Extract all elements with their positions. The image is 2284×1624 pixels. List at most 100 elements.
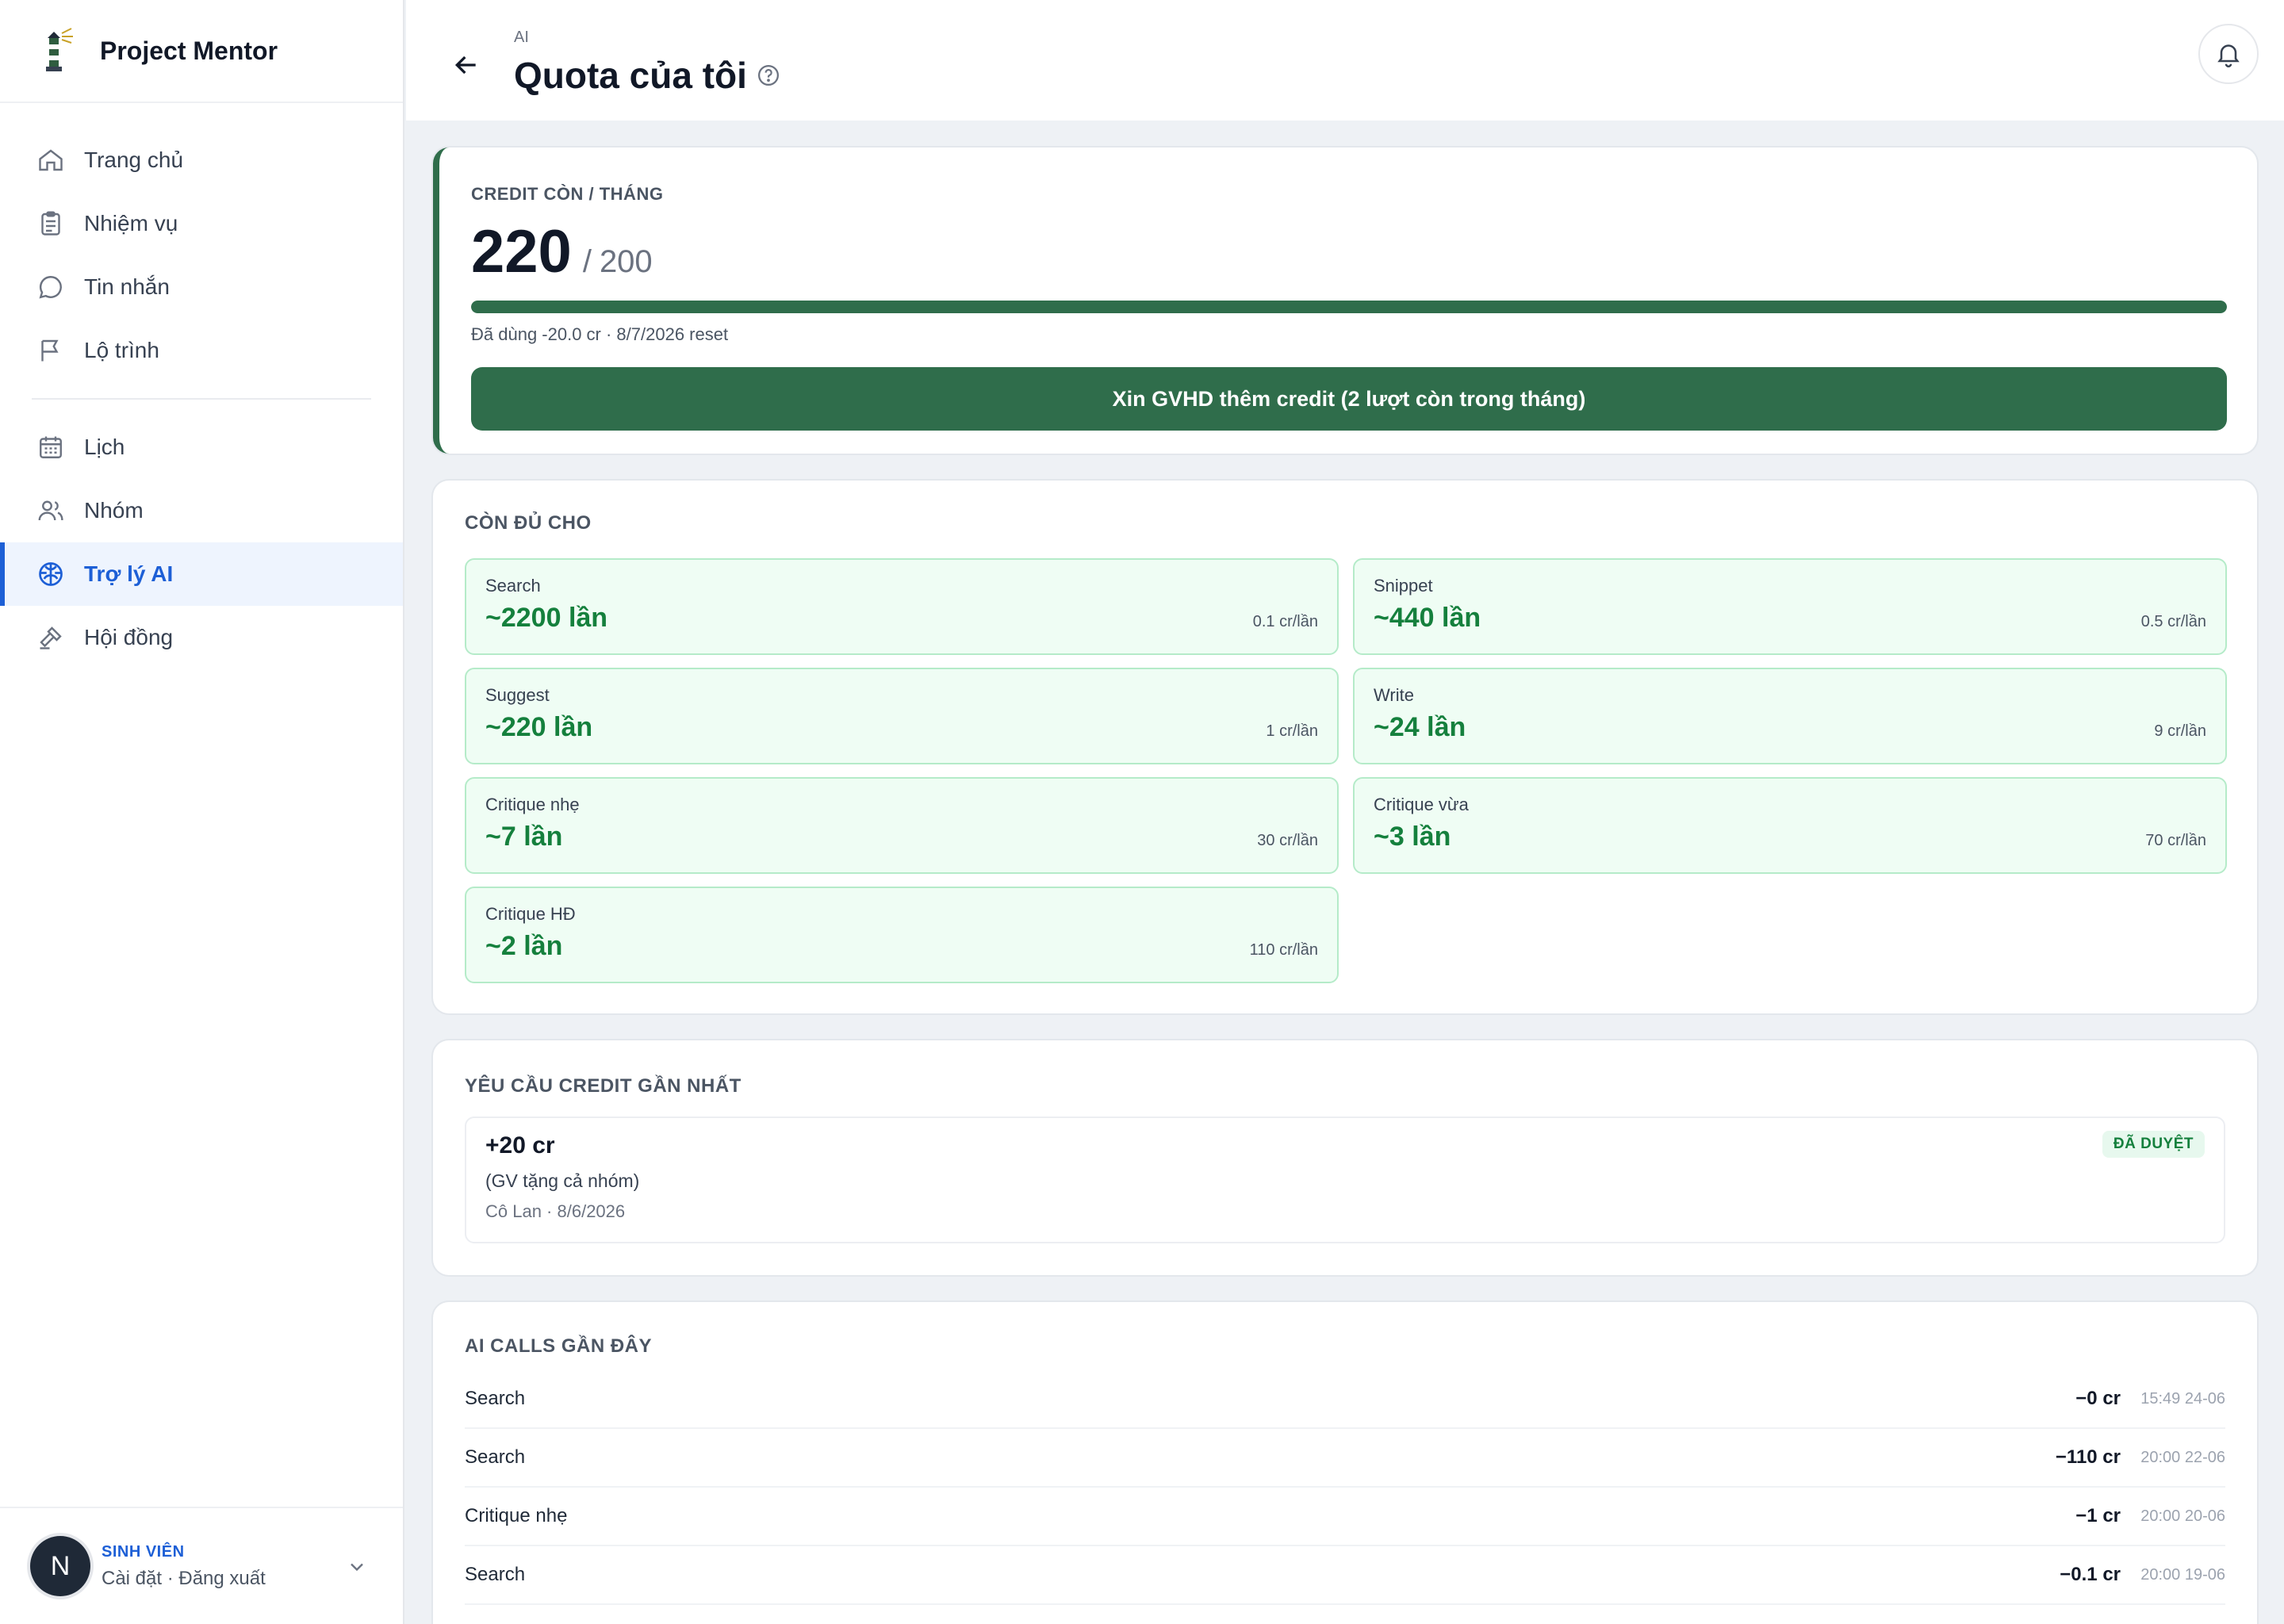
tile-count: ~2 lần <box>485 931 563 961</box>
sidebar-item-council[interactable]: Hội đồng <box>0 606 403 669</box>
back-arrow-icon[interactable] <box>450 49 482 81</box>
section-title: YÊU CẦU CREDIT GẦN NHẤT <box>465 1075 742 1097</box>
sidebar-item-ai-assistant[interactable]: Trợ lý AI <box>0 542 403 606</box>
sidebar-item-label: Trợ lý AI <box>84 561 174 586</box>
request-reason: (GV tặng cả nhóm) <box>485 1170 640 1191</box>
ai-calls-card: AI CALLS GẦN ĐÂY Search −0 cr 15:49 24-0… <box>433 1302 2257 1624</box>
help-icon[interactable] <box>757 63 780 87</box>
request-credit-button[interactable]: Xin GVHD thêm credit (2 lượt còn trong t… <box>471 367 2227 431</box>
brand[interactable]: Project Mentor <box>0 0 403 103</box>
call-name: Critique nhẹ <box>465 1505 568 1526</box>
tile-name: Write <box>1374 685 1414 705</box>
nav-divider <box>32 398 371 400</box>
call-time: 20:00 20-06 <box>2140 1507 2225 1525</box>
tile-cost: 9 cr/lần <box>2154 722 2206 740</box>
usage-tile-search: Search ~2200 lần 0.1 cr/lần <box>465 558 1339 655</box>
tile-count: ~2200 lần <box>485 603 608 633</box>
tile-cost: 0.5 cr/lần <box>2140 613 2206 630</box>
usage-tile-suggest: Suggest ~220 lần 1 cr/lần <box>465 668 1339 764</box>
calendar-icon <box>35 431 67 463</box>
credit-total: 200 <box>599 244 653 279</box>
table-row: Search −0.1 cr 20:00 19-06 <box>465 1546 2225 1605</box>
sidebar-item-group[interactable]: Nhóm <box>0 479 403 542</box>
gavel-icon <box>35 622 67 653</box>
tile-name: Critique HĐ <box>485 904 576 924</box>
sidebar-item-messages[interactable]: Tin nhắn <box>0 255 403 319</box>
chevron-down-icon[interactable] <box>346 1556 368 1578</box>
notifications-button[interactable] <box>2198 24 2259 84</box>
users-icon <box>35 495 67 527</box>
page-title: Quota của tôi <box>514 54 780 97</box>
credit-progress-bar <box>471 301 2227 313</box>
bell-icon <box>2217 44 2240 67</box>
usage-grid: Search ~2200 lần 0.1 cr/lần Snippet ~440… <box>465 558 2227 983</box>
sidebar: Project Mentor Trang chủ Nhiệm vụ Tin nh… <box>0 0 404 1624</box>
credit-requests-card: YÊU CẦU CREDIT GẦN NHẤT +20 cr (GV tặng … <box>433 1040 2257 1275</box>
tile-cost: 0.1 cr/lần <box>1252 613 1318 630</box>
usage-tile-critique-council: Critique HĐ ~2 lần 110 cr/lần <box>465 887 1339 983</box>
tile-count: ~220 lần <box>485 712 593 742</box>
call-cost: −0.1 cr <box>2060 1564 2121 1585</box>
usage-tile-critique-light: Critique nhẹ ~7 lần 30 cr/lần <box>465 777 1339 874</box>
avatar[interactable]: N <box>30 1536 90 1596</box>
breadcrumb[interactable]: AI <box>514 29 529 47</box>
sidebar-item-label: Hội đồng <box>84 625 174 649</box>
sidebar-item-label: Nhiệm vụ <box>84 211 178 236</box>
tile-count: ~7 lần <box>485 822 563 852</box>
credit-label: CREDIT CÒN / THÁNG <box>471 184 664 204</box>
tile-count: ~3 lần <box>1374 822 1451 852</box>
sidebar-item-label: Lịch <box>84 435 125 459</box>
call-time: 20:00 22-06 <box>2140 1448 2225 1466</box>
tile-name: Critique nhẹ <box>485 795 580 814</box>
main-nav: Trang chủ Nhiệm vụ Tin nhắn Lộ trình Lịc… <box>0 103 403 669</box>
flag-icon <box>35 335 67 366</box>
tile-count: ~440 lần <box>1374 603 1481 633</box>
usage-tile-critique-medium: Critique vừa ~3 lần 70 cr/lần <box>1353 777 2227 874</box>
request-amount: +20 cr <box>485 1132 555 1159</box>
call-cost: −1 cr <box>2075 1505 2121 1526</box>
call-time: 20:00 19-06 <box>2140 1565 2225 1584</box>
chat-icon <box>35 271 67 303</box>
list-item: +20 cr (GV tặng cả nhóm) Cô Lan · 8/6/20… <box>465 1116 2225 1243</box>
call-name: Search <box>465 1564 526 1585</box>
credit-note: Đã dùng -20.0 cr · 8/7/2026 reset <box>471 324 729 344</box>
call-cost: −110 cr <box>2055 1446 2121 1468</box>
tile-cost: 70 cr/lần <box>2145 832 2206 849</box>
section-title: CÒN ĐỦ CHO <box>465 512 592 534</box>
tile-cost: 110 cr/lần <box>1249 941 1318 959</box>
table-row: Search −0 cr 15:49 24-06 <box>465 1370 2225 1429</box>
tile-name: Suggest <box>485 685 550 705</box>
credit-value: 220 / 200 <box>471 217 2227 286</box>
tile-name: Search <box>485 576 541 596</box>
sidebar-item-tasks[interactable]: Nhiệm vụ <box>0 192 403 255</box>
brand-name: Project Mentor <box>100 36 278 65</box>
page-header: AI Quota của tôi <box>406 0 2284 121</box>
tile-name: Snippet <box>1374 576 1433 596</box>
section-title: AI CALLS GẦN ĐÂY <box>465 1335 652 1357</box>
user-links[interactable]: Cài đặt · Đăng xuất <box>102 1568 266 1590</box>
tile-cost: 1 cr/lần <box>1266 722 1318 740</box>
page-title-text: Quota của tôi <box>514 55 747 96</box>
brain-icon <box>35 558 67 590</box>
home-icon <box>35 144 67 176</box>
table-row: Search −110 cr 20:00 22-06 <box>465 1429 2225 1488</box>
credit-remaining: 220 <box>471 218 572 285</box>
sidebar-item-home[interactable]: Trang chủ <box>0 128 403 192</box>
usage-tile-snippet: Snippet ~440 lần 0.5 cr/lần <box>1353 558 2227 655</box>
call-time: 15:49 24-06 <box>2140 1389 2225 1408</box>
credit-summary-card: CREDIT CÒN / THÁNG 220 / 200 Đã dùng -20… <box>433 147 2257 454</box>
clipboard-icon <box>35 208 67 239</box>
status-badge: ĐÃ DUYỆT <box>2102 1131 2205 1158</box>
user-menu[interactable]: N SINH VIÊN Cài đặt · Đăng xuất <box>0 1507 403 1624</box>
sidebar-item-label: Trang chủ <box>84 147 184 172</box>
sidebar-item-label: Tin nhắn <box>84 274 170 299</box>
sidebar-item-calendar[interactable]: Lịch <box>0 416 403 479</box>
tile-name: Critique vừa <box>1374 795 1469 814</box>
call-name: Search <box>465 1388 526 1409</box>
call-name: Search <box>465 1446 526 1468</box>
sidebar-item-label: Nhóm <box>84 498 144 523</box>
user-role: SINH VIÊN <box>102 1542 185 1561</box>
sidebar-item-roadmap[interactable]: Lộ trình <box>0 319 403 382</box>
sidebar-item-label: Lộ trình <box>84 338 159 362</box>
enough-for-card: CÒN ĐỦ CHO Search ~2200 lần 0.1 cr/lần S… <box>433 481 2257 1013</box>
